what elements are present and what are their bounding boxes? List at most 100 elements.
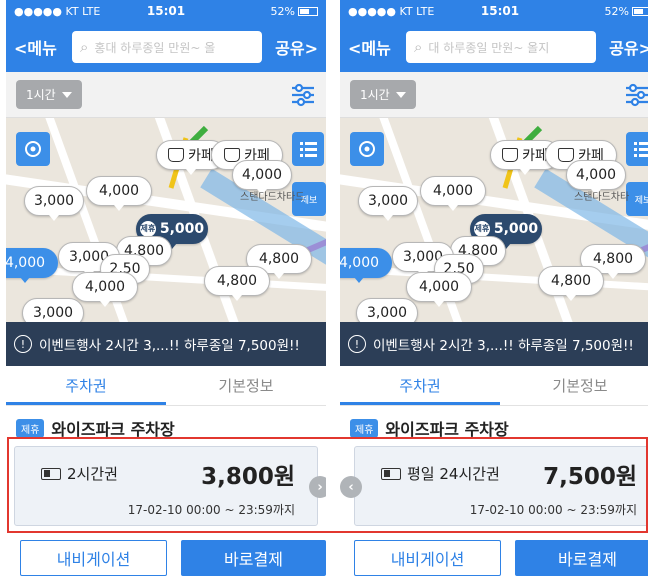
time-filter-dropdown[interactable]: 1시간 <box>350 80 416 109</box>
tab-tickets[interactable]: 주차권 <box>6 366 166 405</box>
parking-map[interactable]: 제보 카페 카페 4,000 4,000 3,000 제휴 5,000 4,800… <box>340 118 648 322</box>
search-icon: ⌕ <box>80 38 89 56</box>
parking-map[interactable]: 제보 카페 카페 4,000 4,000 3,000 제휴 5,000 4,800… <box>6 118 326 322</box>
list-icon <box>300 142 317 157</box>
filter-bar: 1시간 <box>340 72 648 118</box>
time-filter-label: 1시간 <box>360 88 390 102</box>
carrier-label: ●●●●● KT LTE <box>14 4 101 18</box>
map-pin-price[interactable]: 4,000 <box>406 272 472 307</box>
screenshot-stage: ●●●●● KT LTE 15:01 52% <메뉴 ⌕ 홍대 하루종일 만원~… <box>0 0 648 585</box>
status-bar: ●●●●● KT LTE 15:01 52% <box>340 0 648 22</box>
event-notice-banner[interactable]: ! 이벤트행사 2시간 3,...!! 하루종일 7,500원!! <box>6 322 326 366</box>
search-query: 대 하루종일 만원~ 올지 <box>428 40 550 55</box>
ticket-card[interactable]: 평일 24시간권 7,500원 17-02-10 00:00 ~ 23:59까지 <box>354 446 648 526</box>
battery-label: 52% <box>604 4 629 18</box>
event-notice-banner[interactable]: ! 이벤트행사 2시간 3,...!! 하루종일 7,500원!! <box>340 322 648 366</box>
locate-me-button[interactable] <box>350 132 384 166</box>
alert-icon: ! <box>14 335 32 353</box>
navigation-button[interactable]: 내비게이션 <box>354 540 501 576</box>
search-input[interactable]: ⌕ 대 하루종일 만원~ 올지 <box>406 31 596 63</box>
alert-icon: ! <box>348 335 366 353</box>
map-pin-price[interactable]: 3,000 <box>356 298 418 322</box>
map-place-label: 스탠다드차타 <box>574 192 630 203</box>
ticket-price: 7,500원 <box>543 464 637 490</box>
chevron-left-icon: ‹ <box>348 479 354 495</box>
report-button[interactable]: 제보 <box>626 182 648 216</box>
pin-label: 카페 <box>188 148 214 164</box>
detail-tabs: 주차권 기본정보 <box>340 366 648 406</box>
ticket-name-row: 평일 24시간권 <box>381 463 500 484</box>
menu-button[interactable]: <메뉴 <box>14 35 72 59</box>
tab-basic-info[interactable]: 기본정보 <box>166 366 326 405</box>
locate-me-button[interactable] <box>16 132 50 166</box>
pin-label: 5,000 <box>159 221 205 237</box>
cup-icon <box>224 148 241 162</box>
map-pin-price[interactable]: 4,000 <box>420 176 486 211</box>
pin-label: 카페 <box>522 148 548 164</box>
map-pin-price[interactable]: 4,000 <box>566 160 626 195</box>
phone-screen-left: ●●●●● KT LTE 15:01 52% <메뉴 ⌕ 홍대 하루종일 만원~… <box>6 0 326 585</box>
chevron-down-icon <box>61 91 72 98</box>
battery-indicator: 52% <box>217 5 318 18</box>
ticket-icon <box>381 467 401 480</box>
pay-now-button[interactable]: 바로결제 <box>515 540 648 576</box>
map-pin-price[interactable]: 4,000 <box>86 176 152 211</box>
time-filter-label: 1시간 <box>26 88 56 102</box>
navigation-button[interactable]: 내비게이션 <box>20 540 167 576</box>
next-ticket-button[interactable]: › <box>309 476 326 498</box>
pin-badge: 제휴 <box>139 221 156 237</box>
map-place-label: 스탠다드차타드 <box>240 192 305 203</box>
map-pin-price[interactable]: 4,000 <box>340 248 392 283</box>
cup-icon <box>502 148 519 162</box>
crosshair-icon <box>25 141 41 157</box>
tab-tickets[interactable]: 주차권 <box>340 366 500 405</box>
share-button[interactable]: 공유> <box>596 35 648 59</box>
pay-now-button[interactable]: 바로결제 <box>181 540 326 576</box>
search-input[interactable]: ⌕ 홍대 하루종일 만원~ 올 <box>72 31 262 63</box>
top-nav: <메뉴 ⌕ 대 하루종일 만원~ 올지 공유> <box>340 22 648 72</box>
action-buttons: 내비게이션 바로결제 <box>354 540 648 576</box>
partner-badge: 제휴 <box>350 418 379 438</box>
action-buttons: 내비게이션 바로결제 <box>20 540 326 576</box>
top-nav: <메뉴 ⌕ 홍대 하루종일 만원~ 올 공유> <box>6 22 326 72</box>
ticket-name: 평일 24시간권 <box>407 465 500 483</box>
map-pin-price[interactable]: 4,800 <box>204 266 270 301</box>
list-view-button[interactable] <box>292 132 324 166</box>
map-pin-price[interactable]: 3,000 <box>358 186 418 221</box>
clock: 15:01 <box>480 4 520 18</box>
prev-ticket-button[interactable]: ‹ <box>340 476 362 498</box>
map-pin-price[interactable]: 4,000 <box>232 160 292 195</box>
map-pin-price[interactable]: 3,000 <box>22 298 84 322</box>
search-query: 홍대 하루종일 만원~ 올 <box>94 40 216 55</box>
lot-title: 제휴 와이즈파크 주차장 <box>16 416 175 440</box>
battery-icon <box>631 7 648 16</box>
chevron-right-icon: › <box>317 479 323 495</box>
share-button[interactable]: 공유> <box>262 35 318 59</box>
lot-name: 와이즈파크 주차장 <box>385 420 509 439</box>
map-pin-price[interactable]: 4,800 <box>538 266 604 301</box>
carrier-label: ●●●●● KT LTE <box>348 4 435 18</box>
clock: 15:01 <box>146 4 186 18</box>
ticket-period: 17-02-10 00:00 ~ 23:59까지 <box>469 503 637 517</box>
filter-settings-icon[interactable] <box>290 82 316 108</box>
tab-basic-info[interactable]: 기본정보 <box>500 366 648 405</box>
map-pin-price[interactable]: 4,000 <box>72 272 138 307</box>
ticket-icon <box>41 467 61 480</box>
map-pin-price[interactable]: 3,000 <box>24 186 84 221</box>
filter-settings-icon[interactable] <box>624 82 648 108</box>
battery-indicator: 52% <box>551 5 648 18</box>
menu-button[interactable]: <메뉴 <box>348 35 406 59</box>
lot-title: 제휴 와이즈파크 주차장 <box>350 416 509 440</box>
filter-bar: 1시간 <box>6 72 326 118</box>
ticket-price: 3,800원 <box>201 464 295 490</box>
map-pin-price[interactable]: 4,000 <box>6 248 58 283</box>
list-icon <box>634 142 648 157</box>
ticket-name: 2시간권 <box>67 465 118 483</box>
notice-text: 이벤트행사 2시간 3,...!! 하루종일 7,500원!! <box>39 338 300 354</box>
ticket-card[interactable]: 2시간권 3,800원 17-02-10 00:00 ~ 23:59까지 <box>14 446 318 526</box>
search-icon: ⌕ <box>414 38 423 56</box>
cup-icon <box>168 148 185 162</box>
time-filter-dropdown[interactable]: 1시간 <box>16 80 82 109</box>
list-view-button[interactable] <box>626 132 648 166</box>
notice-text: 이벤트행사 2시간 3,...!! 하루종일 7,500원!! <box>373 338 634 354</box>
